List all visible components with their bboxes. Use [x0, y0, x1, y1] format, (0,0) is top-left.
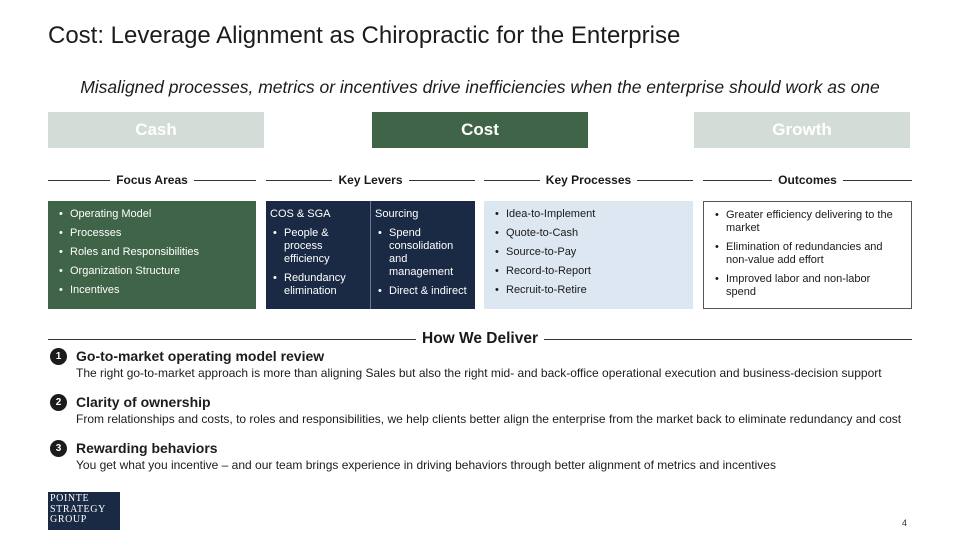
number-badge: 2: [50, 394, 67, 411]
deliver-item-description: You get what you incentive – and our tea…: [76, 458, 776, 472]
divider-line: [484, 179, 540, 181]
lever-group-title: Sourcing: [375, 208, 419, 220]
focus-areas-box: Operating Model Processes Roles and Resp…: [48, 201, 256, 309]
divider-line: [266, 179, 333, 181]
logo-line: POINTE: [50, 493, 90, 504]
list-item: Operating Model: [56, 208, 248, 221]
list-item: Source-to-Pay: [492, 246, 685, 259]
outcomes-box: Greater efficiency delivering to the mar…: [703, 201, 912, 309]
divider-line: [842, 179, 912, 181]
how-we-deliver-heading: How We Deliver: [48, 330, 913, 347]
how-we-deliver-label: How We Deliver: [422, 330, 539, 347]
key-levers-label: Key Levers: [338, 173, 403, 187]
key-levers-heading: Key Levers: [266, 173, 476, 187]
list-item: Processes: [56, 227, 248, 240]
divider-line: [193, 179, 256, 181]
deliver-item-description: From relationships and costs, to roles a…: [76, 412, 902, 426]
list-item: Improved labor and non-labor spend: [712, 273, 903, 299]
key-processes-heading: Key Processes: [484, 173, 693, 187]
tab-cost: Cost: [372, 112, 588, 148]
list-item: Greater efficiency delivering to the mar…: [712, 209, 903, 235]
divider-line: [48, 338, 416, 340]
outcomes-label: Outcomes: [778, 173, 837, 187]
divider-line: [544, 338, 913, 340]
focus-areas-heading: Focus Areas: [48, 173, 256, 187]
slide-title: Cost: Leverage Alignment as Chiropractic…: [48, 22, 681, 49]
number-badge: 1: [50, 348, 67, 365]
deliver-item-title: Clarity of ownership: [76, 394, 211, 410]
list-item: Idea-to-Implement: [492, 208, 685, 221]
focus-areas-label: Focus Areas: [116, 173, 188, 187]
list-item: Recruit-to-Retire: [492, 284, 685, 297]
list-item: Redundancy elimination: [270, 272, 366, 298]
list-item: Incentives: [56, 284, 248, 297]
page-number: 4: [902, 518, 908, 528]
number-badge: 3: [50, 440, 67, 457]
key-levers-box: COS & SGA People & process efficiency Re…: [266, 201, 475, 309]
tab-growth: Growth: [694, 112, 910, 148]
list-item: Direct & indirect: [375, 285, 471, 298]
key-processes-box: Idea-to-Implement Quote-to-Cash Source-t…: [484, 201, 693, 309]
logo-line: GROUP: [50, 514, 87, 525]
tab-cash: Cash: [48, 112, 264, 148]
lever-group-cos-sga: COS & SGA People & process efficiency Re…: [266, 201, 370, 309]
list-item: Organization Structure: [56, 265, 248, 278]
list-item: Spend consolidation and management: [375, 227, 471, 279]
company-logo: POINTE STRATEGY GROUP: [48, 492, 120, 530]
divider-line: [703, 179, 773, 181]
list-item: Roles and Responsibilities: [56, 246, 248, 259]
deliver-item-title: Rewarding behaviors: [76, 440, 218, 456]
list-item: Quote-to-Cash: [492, 227, 685, 240]
list-item: Record-to-Report: [492, 265, 685, 278]
lever-group-title: COS & SGA: [270, 208, 331, 220]
deliver-item-description: The right go-to-market approach is more …: [76, 366, 882, 380]
slide-subtitle: Misaligned processes, metrics or incenti…: [80, 77, 880, 97]
divider-line: [637, 179, 693, 181]
divider-line: [408, 179, 476, 181]
key-processes-label: Key Processes: [545, 173, 632, 187]
divider-line: [48, 179, 111, 181]
list-item: People & process efficiency: [270, 227, 366, 266]
deliver-item-title: Go-to-market operating model review: [76, 348, 325, 364]
lever-group-sourcing: Sourcing Spend consolidation and managem…: [370, 201, 475, 309]
outcomes-heading: Outcomes: [703, 173, 912, 187]
list-item: Elimination of redundancies and non-valu…: [712, 241, 903, 267]
